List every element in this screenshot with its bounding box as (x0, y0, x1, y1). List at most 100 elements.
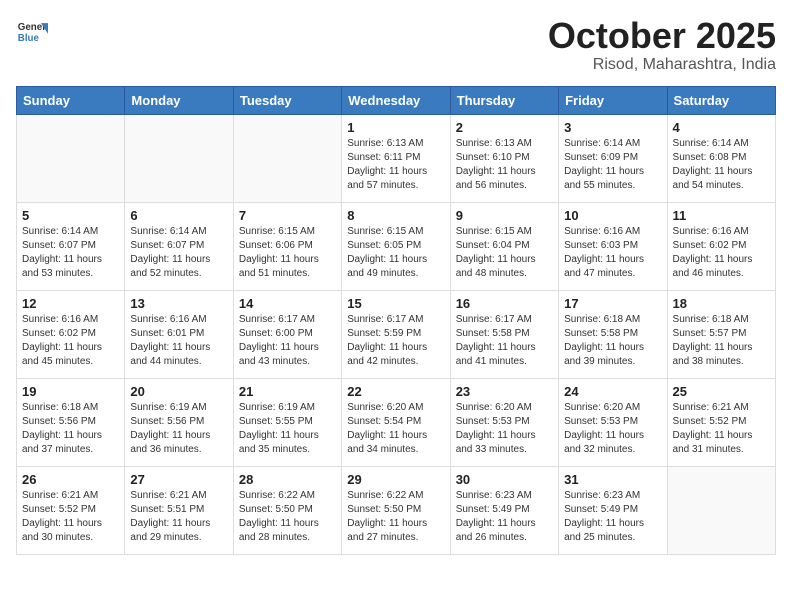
day-info: Sunrise: 6:13 AM Sunset: 6:11 PM Dayligh… (347, 137, 444, 193)
day-info: Sunrise: 6:19 AM Sunset: 5:55 PM Dayligh… (239, 401, 336, 457)
day-cell-23: 23 Sunrise: 6:20 AM Sunset: 5:53 PM Dayli… (450, 378, 558, 466)
svg-text:Blue: Blue (18, 33, 40, 44)
day-cell-26: 26Sunrise: 6:21 AM Sunset: 5:52 PM Dayli… (17, 466, 125, 554)
day-cell-22: 22 Sunrise: 6:20 AM Sunset: 5:54 PM Dayli… (342, 378, 450, 466)
empty-cell (667, 466, 775, 554)
week-row-1: 5 Sunrise: 6:14 AM Sunset: 6:07 PM Daylig… (17, 202, 776, 290)
day-cell-5: 5 Sunrise: 6:14 AM Sunset: 6:07 PM Daylig… (17, 202, 125, 290)
day-info: Sunrise: 6:19 AM Sunset: 5:56 PM Dayligh… (130, 401, 227, 457)
day-cell-10: 10Sunrise: 6:16 AM Sunset: 6:03 PM Dayli… (559, 202, 667, 290)
day-cell-28: 28Sunrise: 6:22 AM Sunset: 5:50 PM Dayli… (233, 466, 341, 554)
empty-cell (233, 114, 341, 202)
day-info: Sunrise: 6:23 AM Sunset: 5:49 PM Dayligh… (564, 489, 661, 545)
week-row-2: 12Sunrise: 6:16 AM Sunset: 6:02 PM Dayli… (17, 290, 776, 378)
day-number: 15 (347, 296, 444, 311)
day-cell-6: 6Sunrise: 6:14 AM Sunset: 6:07 PM Daylig… (125, 202, 233, 290)
title-area: October 2025 Risod, Maharashtra, India (548, 16, 776, 74)
weekday-tuesday: Tuesday (233, 86, 341, 114)
day-info: Sunrise: 6:20 AM Sunset: 5:53 PM Dayligh… (564, 401, 661, 457)
day-cell-15: 15 Sunrise: 6:17 AM Sunset: 5:59 PM Dayli… (342, 290, 450, 378)
day-number: 16 (456, 296, 553, 311)
day-number: 3 (564, 120, 661, 135)
day-cell-4: 4 Sunrise: 6:14 AM Sunset: 6:08 PM Daylig… (667, 114, 775, 202)
day-info: Sunrise: 6:17 AM Sunset: 6:00 PM Dayligh… (239, 313, 336, 369)
day-number: 8 (347, 208, 444, 223)
day-info: Sunrise: 6:21 AM Sunset: 5:52 PM Dayligh… (22, 489, 119, 545)
day-info: Sunrise: 6:13 AM Sunset: 6:10 PM Dayligh… (456, 137, 553, 193)
day-number: 2 (456, 120, 553, 135)
day-number: 22 (347, 384, 444, 399)
day-info: Sunrise: 6:17 AM Sunset: 5:59 PM Dayligh… (347, 313, 444, 369)
day-cell-13: 13 Sunrise: 6:16 AM Sunset: 6:01 PM Dayli… (125, 290, 233, 378)
day-number: 12 (22, 296, 119, 311)
day-info: Sunrise: 6:14 AM Sunset: 6:08 PM Dayligh… (673, 137, 770, 193)
day-info: Sunrise: 6:15 AM Sunset: 6:05 PM Dayligh… (347, 225, 444, 281)
day-cell-1: 1 Sunrise: 6:13 AM Sunset: 6:11 PM Daylig… (342, 114, 450, 202)
day-cell-18: 18 Sunrise: 6:18 AM Sunset: 5:57 PM Dayli… (667, 290, 775, 378)
day-cell-25: 25 Sunrise: 6:21 AM Sunset: 5:52 PM Dayli… (667, 378, 775, 466)
day-number: 25 (673, 384, 770, 399)
day-number: 30 (456, 472, 553, 487)
day-info: Sunrise: 6:22 AM Sunset: 5:50 PM Dayligh… (347, 489, 444, 545)
day-cell-11: 11Sunrise: 6:16 AM Sunset: 6:02 PM Dayli… (667, 202, 775, 290)
day-number: 23 (456, 384, 553, 399)
weekday-saturday: Saturday (667, 86, 775, 114)
header: General Blue October 2025 Risod, Maharas… (16, 16, 776, 74)
day-cell-14: 14 Sunrise: 6:17 AM Sunset: 6:00 PM Dayli… (233, 290, 341, 378)
day-cell-30: 30Sunrise: 6:23 AM Sunset: 5:49 PM Dayli… (450, 466, 558, 554)
day-info: Sunrise: 6:18 AM Sunset: 5:58 PM Dayligh… (564, 313, 661, 369)
day-number: 24 (564, 384, 661, 399)
week-row-4: 26Sunrise: 6:21 AM Sunset: 5:52 PM Dayli… (17, 466, 776, 554)
day-info: Sunrise: 6:17 AM Sunset: 5:58 PM Dayligh… (456, 313, 553, 369)
logo-icon: General Blue (16, 16, 48, 48)
day-cell-17: 17 Sunrise: 6:18 AM Sunset: 5:58 PM Dayli… (559, 290, 667, 378)
day-number: 5 (22, 208, 119, 223)
day-number: 17 (564, 296, 661, 311)
logo: General Blue (16, 16, 48, 48)
empty-cell (17, 114, 125, 202)
day-cell-7: 7Sunrise: 6:15 AM Sunset: 6:06 PM Daylig… (233, 202, 341, 290)
day-number: 20 (130, 384, 227, 399)
day-number: 11 (673, 208, 770, 223)
day-number: 10 (564, 208, 661, 223)
day-info: Sunrise: 6:22 AM Sunset: 5:50 PM Dayligh… (239, 489, 336, 545)
day-cell-24: 24 Sunrise: 6:20 AM Sunset: 5:53 PM Dayli… (559, 378, 667, 466)
day-number: 29 (347, 472, 444, 487)
weekday-wednesday: Wednesday (342, 86, 450, 114)
day-cell-12: 12Sunrise: 6:16 AM Sunset: 6:02 PM Dayli… (17, 290, 125, 378)
day-info: Sunrise: 6:14 AM Sunset: 6:07 PM Dayligh… (22, 225, 119, 281)
day-info: Sunrise: 6:18 AM Sunset: 5:57 PM Dayligh… (673, 313, 770, 369)
day-cell-19: 19Sunrise: 6:18 AM Sunset: 5:56 PM Dayli… (17, 378, 125, 466)
day-number: 13 (130, 296, 227, 311)
month-title: October 2025 (548, 16, 776, 56)
calendar: SundayMondayTuesdayWednesdayThursdayFrid… (16, 86, 776, 555)
day-number: 18 (673, 296, 770, 311)
week-row-3: 19Sunrise: 6:18 AM Sunset: 5:56 PM Dayli… (17, 378, 776, 466)
week-row-0: 1 Sunrise: 6:13 AM Sunset: 6:11 PM Daylig… (17, 114, 776, 202)
weekday-friday: Friday (559, 86, 667, 114)
weekday-header-row: SundayMondayTuesdayWednesdayThursdayFrid… (17, 86, 776, 114)
day-info: Sunrise: 6:20 AM Sunset: 5:53 PM Dayligh… (456, 401, 553, 457)
weekday-thursday: Thursday (450, 86, 558, 114)
day-cell-8: 8 Sunrise: 6:15 AM Sunset: 6:05 PM Daylig… (342, 202, 450, 290)
day-cell-27: 27Sunrise: 6:21 AM Sunset: 5:51 PM Dayli… (125, 466, 233, 554)
subtitle: Risod, Maharashtra, India (548, 56, 776, 74)
day-number: 1 (347, 120, 444, 135)
day-number: 7 (239, 208, 336, 223)
day-cell-16: 16 Sunrise: 6:17 AM Sunset: 5:58 PM Dayli… (450, 290, 558, 378)
day-cell-29: 29 Sunrise: 6:22 AM Sunset: 5:50 PM Dayli… (342, 466, 450, 554)
day-cell-20: 20 Sunrise: 6:19 AM Sunset: 5:56 PM Dayli… (125, 378, 233, 466)
day-number: 21 (239, 384, 336, 399)
weekday-sunday: Sunday (17, 86, 125, 114)
day-cell-9: 9Sunrise: 6:15 AM Sunset: 6:04 PM Daylig… (450, 202, 558, 290)
day-info: Sunrise: 6:21 AM Sunset: 5:51 PM Dayligh… (130, 489, 227, 545)
day-info: Sunrise: 6:20 AM Sunset: 5:54 PM Dayligh… (347, 401, 444, 457)
weekday-monday: Monday (125, 86, 233, 114)
day-info: Sunrise: 6:21 AM Sunset: 5:52 PM Dayligh… (673, 401, 770, 457)
day-info: Sunrise: 6:16 AM Sunset: 6:01 PM Dayligh… (130, 313, 227, 369)
day-number: 14 (239, 296, 336, 311)
day-info: Sunrise: 6:15 AM Sunset: 6:04 PM Dayligh… (456, 225, 553, 281)
day-number: 19 (22, 384, 119, 399)
day-number: 4 (673, 120, 770, 135)
day-info: Sunrise: 6:14 AM Sunset: 6:09 PM Dayligh… (564, 137, 661, 193)
